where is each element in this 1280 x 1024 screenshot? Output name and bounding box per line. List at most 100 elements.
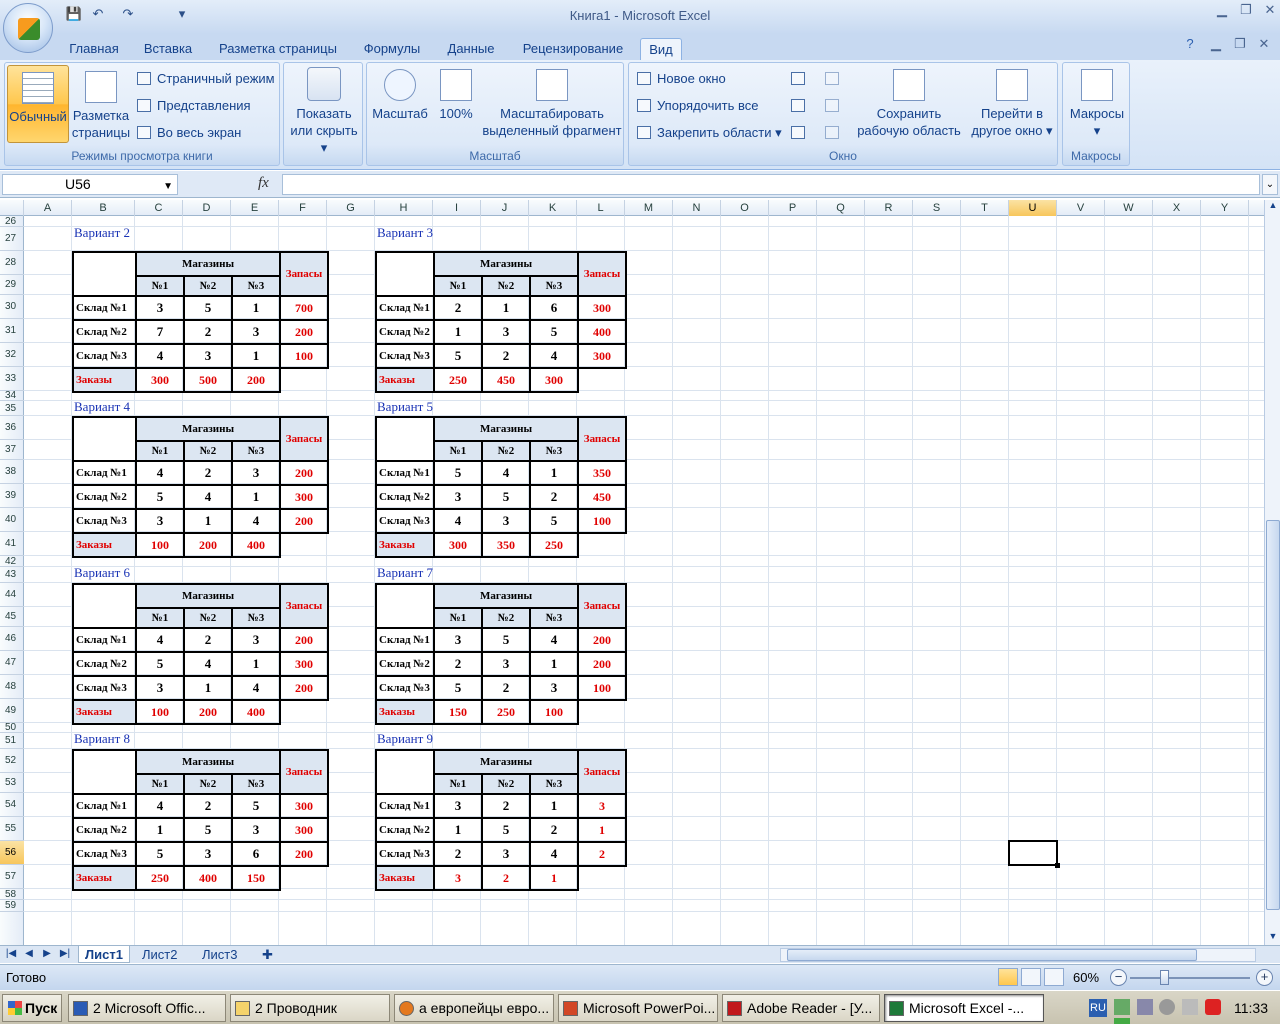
column-header-f[interactable]: F: [279, 200, 327, 216]
warehouse-label[interactable]: Склад №3: [375, 343, 435, 369]
shops-header[interactable]: Магазины: [432, 251, 580, 277]
page-layout-view-button[interactable]: Разметка страницы: [71, 65, 131, 143]
order-cell[interactable]: 100: [135, 699, 185, 725]
shop-3-header[interactable]: №3: [230, 275, 282, 297]
shop-3-header[interactable]: №3: [230, 773, 282, 795]
row-header-39[interactable]: 39: [0, 484, 24, 508]
new-window-button[interactable]: Новое окно: [637, 69, 726, 89]
insert-function-icon[interactable]: fx: [258, 175, 269, 192]
cost-cell[interactable]: 3: [183, 343, 233, 369]
shop-3-header[interactable]: №3: [528, 607, 580, 629]
cost-cell[interactable]: 5: [135, 841, 185, 867]
cost-cell[interactable]: 3: [481, 841, 531, 867]
last-sheet-icon[interactable]: ▶|: [58, 948, 72, 962]
shop-1-header[interactable]: №1: [433, 275, 483, 297]
side-by-side-button[interactable]: [825, 69, 845, 89]
cost-cell[interactable]: 4: [481, 460, 531, 486]
minimize-icon[interactable]: ▁: [1210, 2, 1234, 20]
row-header-27[interactable]: 27: [0, 227, 24, 251]
shop-3-header[interactable]: №3: [230, 607, 282, 629]
cost-cell[interactable]: 3: [230, 627, 282, 653]
row-header-42[interactable]: 42: [0, 556, 24, 567]
zoom-to-selection-button[interactable]: Масштабировать выделенный фрагмент: [481, 69, 623, 145]
select-all-corner[interactable]: [0, 200, 24, 216]
cost-cell[interactable]: 3: [230, 319, 282, 345]
cost-cell[interactable]: 1: [528, 460, 580, 486]
order-cell[interactable]: 350: [481, 532, 531, 558]
column-header-h[interactable]: H: [375, 200, 433, 216]
doc-close-icon[interactable]: ✕: [1252, 36, 1276, 54]
cost-cell[interactable]: 4: [230, 508, 282, 534]
row-header-30[interactable]: 30: [0, 295, 24, 319]
stock-cell[interactable]: 300: [279, 793, 330, 819]
cost-cell[interactable]: 5: [481, 627, 531, 653]
shop-3-header[interactable]: №3: [528, 773, 580, 795]
warehouse-label[interactable]: Склад №2: [375, 651, 435, 677]
show-hide-button[interactable]: Показать или скрыть ▾: [286, 67, 362, 155]
cost-cell[interactable]: 4: [528, 343, 580, 369]
row-header-28[interactable]: 28: [0, 251, 24, 275]
scroll-up-icon[interactable]: ▲: [1266, 200, 1280, 214]
active-cell[interactable]: [1008, 840, 1060, 868]
warehouse-label[interactable]: Склад №2: [72, 484, 137, 510]
cost-cell[interactable]: 1: [230, 295, 282, 321]
empty-cell[interactable]: [578, 866, 626, 890]
fill-handle[interactable]: [1055, 863, 1060, 868]
column-header-l[interactable]: L: [577, 200, 625, 216]
doc-minimize-icon[interactable]: ▁: [1204, 36, 1228, 54]
warehouse-label[interactable]: Склад №1: [375, 460, 435, 486]
taskbar-excel[interactable]: Microsoft Excel -...: [884, 994, 1044, 1022]
corner-cell[interactable]: [72, 416, 137, 462]
row-header-34[interactable]: 34: [0, 391, 24, 401]
row-header-59[interactable]: 59: [0, 900, 24, 912]
order-cell[interactable]: 1: [528, 865, 580, 891]
cost-cell[interactable]: 3: [183, 841, 233, 867]
tab-review[interactable]: Рецензирование: [514, 38, 632, 60]
row-header-43[interactable]: 43: [0, 567, 24, 583]
corner-cell[interactable]: [375, 251, 435, 297]
row-header-47[interactable]: 47: [0, 651, 24, 675]
shop-2-header[interactable]: №2: [183, 773, 233, 795]
corner-cell[interactable]: [72, 251, 137, 297]
row-header-37[interactable]: 37: [0, 440, 24, 460]
column-header-i[interactable]: I: [433, 200, 481, 216]
cost-cell[interactable]: 1: [183, 508, 233, 534]
split-button[interactable]: [791, 69, 811, 89]
cost-cell[interactable]: 3: [135, 295, 185, 321]
cost-cell[interactable]: 4: [230, 675, 282, 701]
reset-position-button[interactable]: [825, 123, 845, 143]
orders-label[interactable]: Заказы: [72, 367, 137, 393]
cost-cell[interactable]: 4: [183, 484, 233, 510]
row-header-32[interactable]: 32: [0, 343, 24, 367]
stock-cell[interactable]: 300: [577, 295, 628, 321]
zoom-100-button[interactable]: 100%: [433, 69, 479, 145]
order-cell[interactable]: 300: [135, 367, 185, 393]
zoom-button[interactable]: Масштаб: [369, 69, 431, 145]
cost-cell[interactable]: 1: [528, 793, 580, 819]
stock-cell[interactable]: 3: [577, 793, 628, 819]
order-cell[interactable]: 250: [135, 865, 185, 891]
row-header-52[interactable]: 52: [0, 749, 24, 773]
cost-cell[interactable]: 3: [433, 484, 483, 510]
empty-cell[interactable]: [280, 368, 328, 392]
order-cell[interactable]: 250: [481, 699, 531, 725]
arrange-all-button[interactable]: Упорядочить все: [637, 96, 758, 116]
stock-cell[interactable]: 300: [279, 651, 330, 677]
row-header-54[interactable]: 54: [0, 793, 24, 817]
shops-header[interactable]: Магазины: [432, 749, 580, 775]
column-header-g[interactable]: G: [327, 200, 375, 216]
normal-view-status-icon[interactable]: [998, 968, 1018, 986]
cost-cell[interactable]: 5: [528, 319, 580, 345]
shop-3-header[interactable]: №3: [230, 440, 282, 462]
row-header-57[interactable]: 57: [0, 865, 24, 889]
shop-1-header[interactable]: №1: [135, 440, 185, 462]
order-cell[interactable]: 100: [135, 532, 185, 558]
row-header-41[interactable]: 41: [0, 532, 24, 556]
stock-cell[interactable]: 200: [279, 319, 330, 345]
column-header-q[interactable]: Q: [817, 200, 865, 216]
tab-insert[interactable]: Вставка: [136, 38, 200, 60]
cost-cell[interactable]: 3: [528, 675, 580, 701]
taskbar-adobe-reader[interactable]: Adobe Reader - [У...: [722, 994, 880, 1022]
empty-cell[interactable]: [280, 700, 328, 724]
empty-cell[interactable]: [578, 700, 626, 724]
